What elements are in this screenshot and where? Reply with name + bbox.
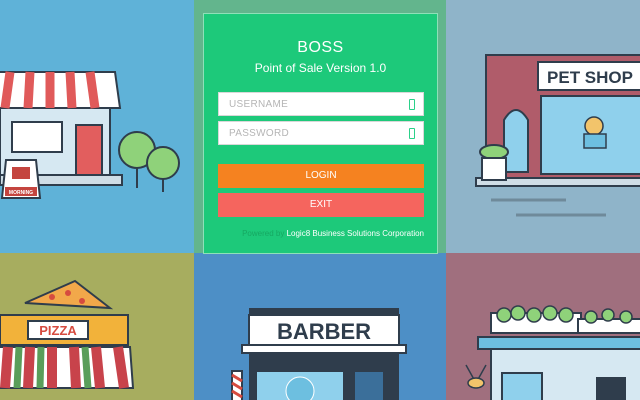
- password-field: [218, 121, 424, 145]
- powered-by-text: Powered by: [242, 229, 285, 238]
- username-input[interactable]: [219, 93, 423, 115]
- market-illustration: [446, 253, 640, 400]
- pizza-illustration: PIZZA: [0, 253, 194, 400]
- cafe-illustration: MORNING: [0, 0, 194, 253]
- barber-sign-text: BARBER: [277, 319, 371, 344]
- morning-sign-text: MORNING: [9, 190, 33, 196]
- exit-button[interactable]: EXIT: [218, 193, 424, 217]
- company-name: Logic8 Business Solutions Corporation: [286, 229, 424, 238]
- footer-credit: Powered by Logic8 Business Solutions Cor…: [242, 229, 424, 238]
- password-input[interactable]: [219, 122, 423, 144]
- pet-shop-sign-text: PET SHOP: [547, 68, 633, 87]
- login-button[interactable]: LOGIN: [218, 164, 424, 188]
- barber-illustration: BARBER: [194, 253, 446, 400]
- app-subtitle: Point of Sale Version 1.0: [254, 61, 387, 75]
- app-title: BOSS: [297, 39, 344, 56]
- lock-icon: [409, 128, 415, 139]
- pet-shop-illustration: PET SHOP: [446, 0, 640, 253]
- pizza-sign-text: PIZZA: [39, 323, 77, 338]
- login-card: BOSS Point of Sale Version 1.0 LOGIN EXI…: [203, 13, 438, 254]
- user-icon: [409, 99, 415, 110]
- username-field: [218, 92, 424, 116]
